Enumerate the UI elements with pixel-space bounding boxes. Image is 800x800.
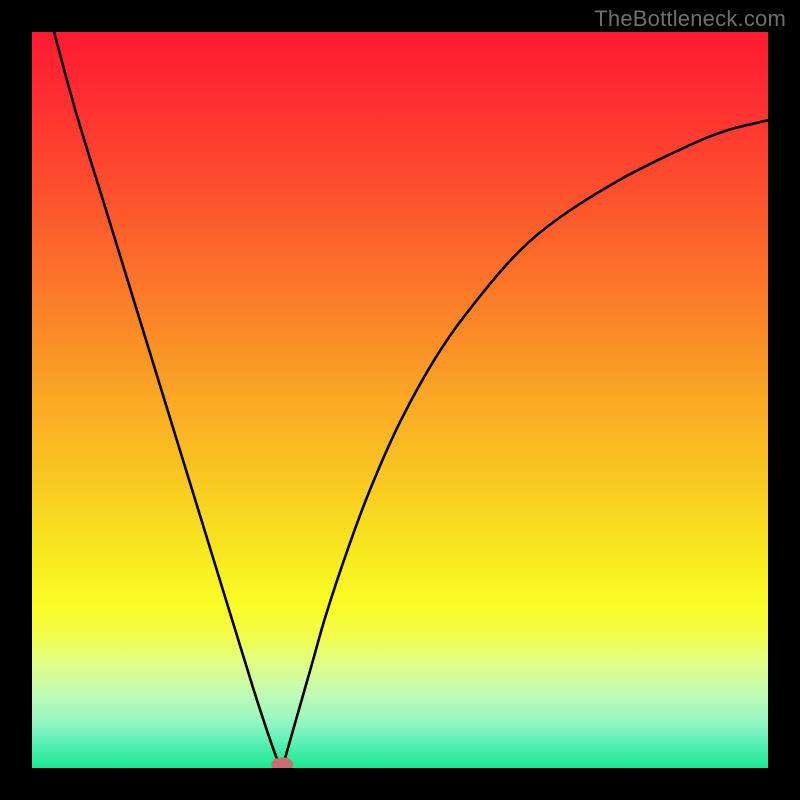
gradient-background	[32, 32, 768, 768]
chart-svg	[32, 32, 768, 768]
plot-area	[32, 32, 768, 768]
watermark-label: TheBottleneck.com	[594, 6, 786, 32]
chart-frame: TheBottleneck.com	[0, 0, 800, 800]
